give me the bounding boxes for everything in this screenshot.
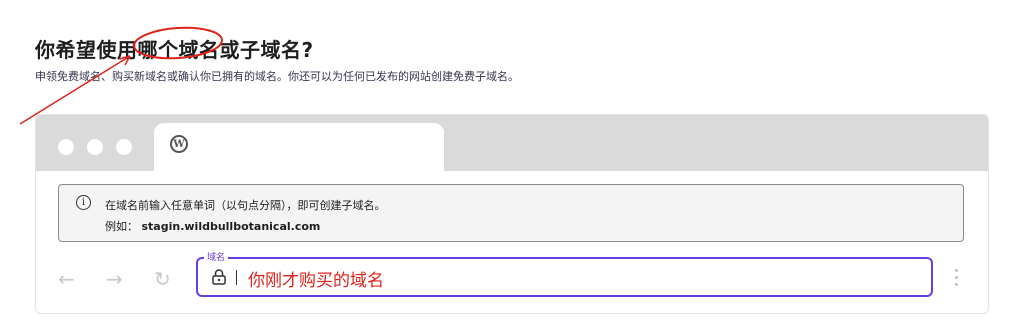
info-icon: i [76, 195, 91, 210]
reload-icon: ↻ [154, 267, 171, 291]
back-arrow-icon: ← [58, 267, 75, 291]
example-label: 例如： [105, 220, 138, 233]
example-domain: stagin.wildbullbotanical.com [141, 220, 321, 233]
more-options-icon[interactable] [955, 269, 959, 290]
tab-bar: W [36, 115, 988, 171]
page-title: 你希望使用哪个域名或子域名? [35, 38, 314, 62]
forward-arrow-icon: → [106, 267, 123, 291]
window-dot [116, 139, 132, 155]
page-subtitle: 申领免费域名、购买新域名或确认你已拥有的域名。你还可以为任何已发布的网站创建免费… [35, 70, 519, 83]
info-example: 例如： stagin.wildbullbotanical.com [105, 218, 320, 234]
domain-input[interactable]: 域名 你刚才购买的域名 [196, 250, 933, 297]
lock-icon [212, 269, 226, 285]
domain-input-value: 你刚才购买的域名 [248, 271, 384, 291]
info-text: 在域名前输入任意单词（以句点分隔），即可创建子域名。 [105, 199, 386, 212]
browser-tab: W [154, 123, 444, 171]
text-caret [236, 270, 237, 285]
window-dot [87, 139, 103, 155]
domain-input-label: 域名 [204, 250, 229, 263]
window-dot [58, 139, 74, 155]
wordpress-icon: W [170, 135, 188, 153]
browser-mockup: W i 在域名前输入任意单词（以句点分隔），即可创建子域名。 例如： stagi… [35, 114, 989, 314]
info-banner: i 在域名前输入任意单词（以句点分隔），即可创建子域名。 例如： stagin.… [58, 184, 964, 242]
